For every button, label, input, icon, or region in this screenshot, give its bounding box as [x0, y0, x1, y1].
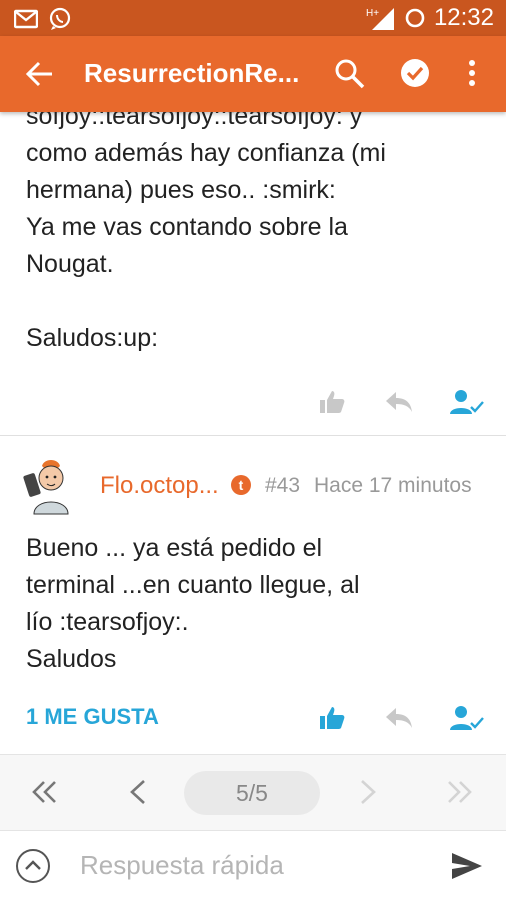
- pagination-bar: 5/5: [0, 754, 506, 830]
- whatsapp-icon: [49, 7, 71, 30]
- next-page-icon[interactable]: [356, 777, 380, 807]
- user-check-icon[interactable]: [450, 704, 484, 732]
- status-bar: H+ 12:32: [0, 0, 506, 36]
- thumbs-up-icon[interactable]: [318, 704, 346, 732]
- quick-reply-input[interactable]: [80, 845, 420, 885]
- quick-reply-bar: [0, 830, 506, 900]
- gmail-icon: [14, 9, 38, 29]
- app-bar: ResurrectionRe...: [0, 36, 506, 112]
- chevron-up-icon[interactable]: [16, 849, 50, 883]
- thread-content[interactable]: sofjoy::tearsofjoy::tearsofjoy: y como a…: [0, 112, 506, 754]
- back-arrow-icon[interactable]: [24, 58, 56, 90]
- first-page-icon[interactable]: [30, 777, 60, 807]
- post-number: #43: [265, 474, 301, 497]
- post-divider: [0, 435, 506, 436]
- search-icon[interactable]: [332, 56, 366, 90]
- loading-icon: [405, 8, 425, 28]
- page-indicator[interactable]: 5/5: [184, 771, 320, 815]
- post-header: Flo.octop... t #43 Hace 17 minutos: [0, 452, 506, 516]
- user-check-icon[interactable]: [450, 388, 484, 416]
- post-actions: 1 ME GUSTA: [0, 698, 506, 738]
- reply-icon[interactable]: [384, 704, 414, 732]
- reply-icon[interactable]: [384, 388, 414, 416]
- signal-icon: H+: [366, 8, 394, 30]
- thumbs-up-icon[interactable]: [318, 388, 346, 416]
- post-actions: [0, 382, 506, 422]
- user-badge: t: [231, 475, 251, 495]
- post-body: Bueno ... ya está pedido el terminal ...…: [26, 534, 360, 673]
- more-options-icon[interactable]: [462, 56, 482, 90]
- status-time: 12:32: [433, 4, 494, 31]
- check-circle-icon[interactable]: [398, 56, 432, 90]
- svg-text:H+: H+: [366, 8, 379, 19]
- post-username[interactable]: Flo.octop...: [100, 472, 228, 500]
- avatar[interactable]: [20, 456, 80, 516]
- last-page-icon[interactable]: [444, 777, 474, 807]
- previous-page-icon[interactable]: [126, 777, 150, 807]
- thread-title: ResurrectionRe...: [84, 58, 300, 88]
- post-timestamp: Hace 17 minutos: [314, 474, 472, 497]
- likes-count[interactable]: 1 ME GUSTA: [26, 704, 159, 730]
- post-body: sofjoy::tearsofjoy::tearsofjoy: y como a…: [26, 112, 386, 352]
- send-icon[interactable]: [450, 851, 484, 881]
